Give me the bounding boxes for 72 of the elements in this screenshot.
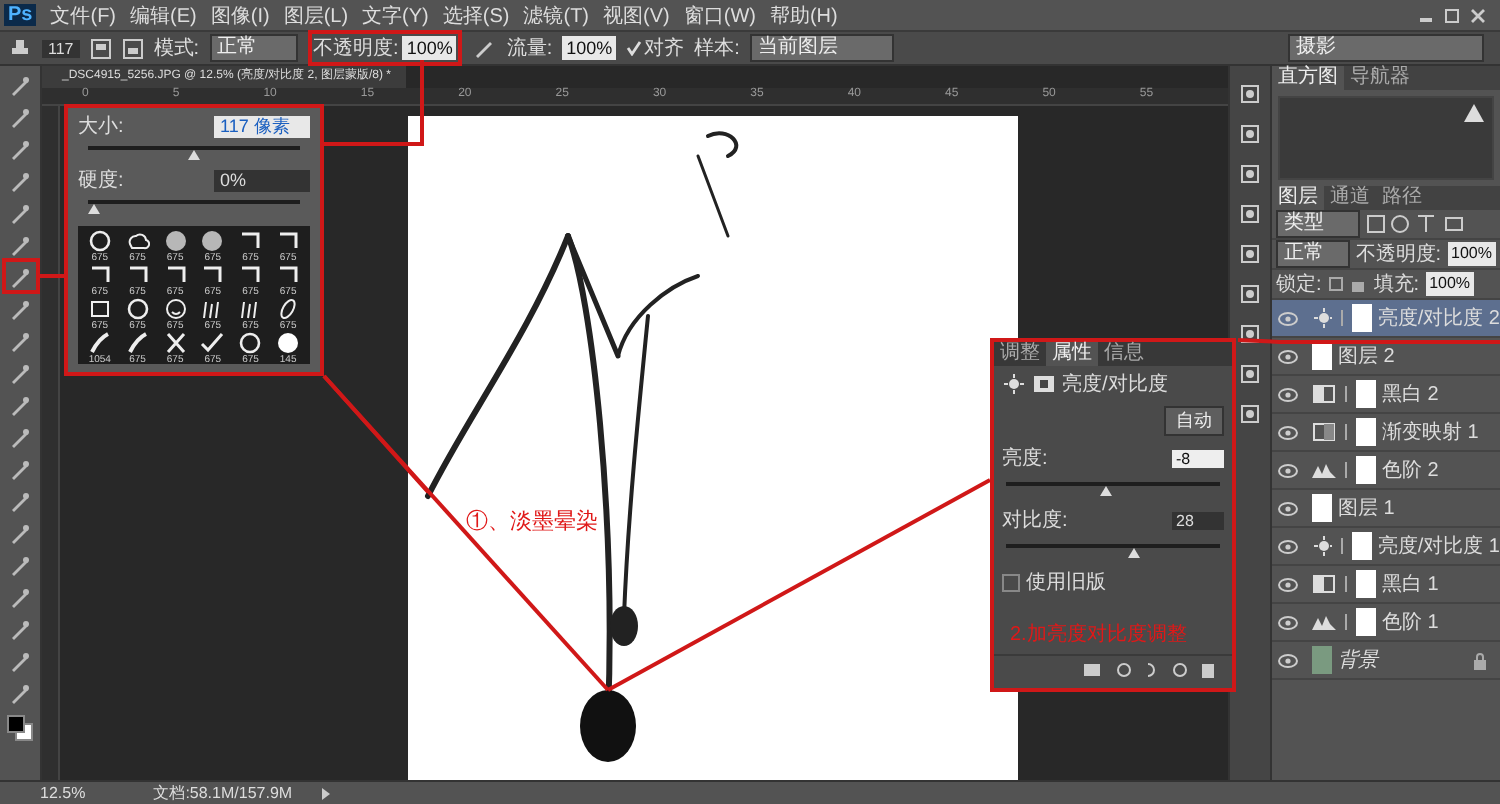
sample-dropdown[interactable]: 当前图层 [749, 34, 894, 62]
layer-name: 背景 [1338, 647, 1378, 674]
menu-item[interactable]: 滤镜(T) [523, 1, 590, 29]
contrast-label: 对比度: [1002, 507, 1068, 534]
menu-item[interactable]: 图像(I) [210, 1, 270, 29]
panel-tab[interactable]: 信息 [1098, 342, 1150, 366]
panel-tab[interactable]: 调整 [994, 342, 1046, 366]
hardness-label: 硬度: [78, 167, 124, 194]
layer-row[interactable]: 黑白 1 [1272, 566, 1500, 604]
contrast-field[interactable]: 28 [1172, 511, 1224, 529]
brightness-label: 亮度: [1002, 445, 1048, 472]
layer-row[interactable]: 色阶 2 [1272, 452, 1500, 490]
brush-size-picker[interactable]: 117 [42, 39, 80, 57]
layer-name: 黑白 2 [1382, 382, 1439, 408]
layer-name: 渐变映射 1 [1382, 419, 1479, 446]
layer-name: 亮度/对比度 2 [1377, 305, 1500, 332]
zoom-level: 12.5% [40, 784, 86, 802]
menu-item[interactable]: 视图(V) [603, 1, 670, 29]
hardness-field[interactable]: 0% [214, 169, 310, 191]
auto-button[interactable]: 自动 [1164, 406, 1224, 436]
layer-row[interactable]: 色阶 1 [1272, 604, 1500, 642]
sample-label: 样本: [694, 35, 740, 62]
panel-tab[interactable]: 图层 [1272, 186, 1324, 210]
align-checkbox[interactable]: 对齐 [626, 34, 685, 62]
opacity-label: 不透明度: [1355, 241, 1442, 268]
layer-name: 色阶 1 [1382, 610, 1439, 636]
annotation-text: 2.加亮度对比度调整 [1008, 621, 1189, 648]
annotation-text: ①、淡墨晕染 [466, 506, 598, 536]
menu-item[interactable]: 图层(L) [283, 1, 349, 29]
layer-name: 图层 1 [1338, 496, 1395, 522]
brightness-field[interactable]: -8 [1172, 449, 1224, 467]
layer-name: 色阶 2 [1382, 458, 1439, 484]
size-label: 大小: [78, 113, 124, 140]
layer-row[interactable]: 背景 [1272, 642, 1500, 680]
layer-name: 黑白 1 [1382, 572, 1439, 598]
blend-mode-dropdown[interactable]: 正常 [1276, 240, 1350, 268]
menu-item[interactable]: 窗口(W) [683, 1, 756, 29]
size-field[interactable]: 117 像素 [214, 115, 310, 137]
panel-tab[interactable]: 通道 [1324, 186, 1376, 210]
mode-dropdown[interactable]: 正常 [209, 34, 298, 62]
panel-tab[interactable]: 路径 [1376, 186, 1428, 210]
mode-label: 模式: [153, 35, 200, 62]
fill-label: 填充: [1373, 271, 1420, 298]
layer-name: 图层 2 [1338, 344, 1395, 370]
menu-item[interactable]: 文件(F) [50, 1, 117, 29]
layer-row[interactable]: 图层 2 [1272, 338, 1500, 376]
menu-item[interactable]: 帮助(H) [769, 1, 838, 29]
opacity-label: 不透明度: [313, 35, 399, 62]
document-info: 文档:58.1M/157.9M [153, 782, 293, 804]
flow-field[interactable]: 100% [562, 36, 617, 60]
opacity-field[interactable]: 100% [1447, 242, 1496, 266]
adjustment-title: 亮度/对比度 [1062, 371, 1168, 398]
layer-row[interactable]: 黑白 2 [1272, 376, 1500, 414]
layer-row[interactable]: 图层 1 [1272, 490, 1500, 528]
app-logo: Ps [4, 4, 37, 26]
menu-item[interactable]: 选择(S) [442, 1, 510, 29]
menu-item[interactable]: 文字(Y) [362, 1, 429, 29]
layer-name: 亮度/对比度 1 [1377, 533, 1500, 560]
workspace-dropdown[interactable]: 摄影 [1288, 34, 1484, 62]
fill-field[interactable]: 100% [1425, 272, 1475, 296]
flow-label: 流量: [506, 35, 553, 62]
panel-tab[interactable]: 直方图 [1272, 66, 1344, 90]
layer-row[interactable]: 渐变映射 1 [1272, 414, 1500, 452]
layer-filter-dropdown[interactable]: 类型 [1276, 210, 1360, 238]
panel-tab[interactable]: 导航器 [1344, 66, 1416, 90]
opacity-field[interactable]: 100% [402, 36, 457, 60]
panel-tab[interactable]: 属性 [1046, 342, 1098, 366]
menu-item[interactable]: 编辑(E) [130, 1, 197, 29]
legacy-checkbox[interactable]: 使用旧版 [994, 564, 1232, 600]
layer-row[interactable]: 亮度/对比度 1 [1272, 528, 1500, 566]
layer-row[interactable]: 亮度/对比度 2 [1272, 300, 1500, 338]
lock-label: 锁定: [1276, 271, 1322, 298]
